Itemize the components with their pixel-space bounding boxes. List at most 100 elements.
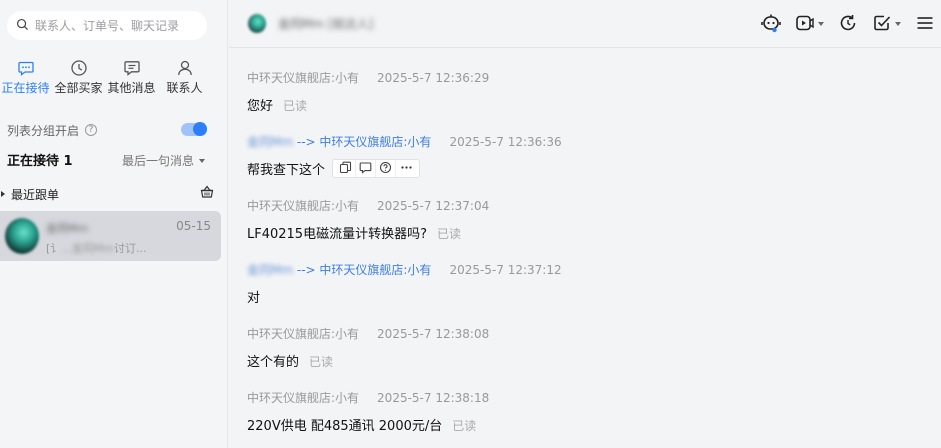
message-meta: 中环天仪旗舰店:小有 2025-5-7 12:36:29 [247, 69, 489, 86]
help-icon[interactable]: ? [85, 124, 98, 136]
tab-receiving[interactable]: 正在接待 [0, 58, 52, 96]
message-sender: 金同Mm [247, 135, 294, 149]
message-body: 对 [247, 287, 562, 306]
robot-icon [761, 13, 781, 36]
message-meta: 金同Mm --> 中环天仪旗舰店:小有 2025-5-7 12:36:36 [247, 133, 562, 150]
smart-reply-button[interactable] [376, 160, 397, 177]
sort-label: 最后一句消息 [121, 154, 194, 168]
chevron-down-icon [818, 22, 824, 26]
chat-panel: 金同Mm [就达人] 中环天仪旗舰店:小有 2025-5-7 12:36:29 … [229, 0, 941, 448]
message-arrow: --> [293, 263, 320, 277]
message-item: 金同Mm --> 中环天仪旗舰店:小有 2025-5-7 12:36:36 帮我查… [247, 133, 562, 178]
list-group-toggle[interactable] [181, 122, 207, 136]
chat-toolbar [747, 13, 935, 35]
tab-label: 联系人 [166, 81, 203, 95]
chevron-down-icon [895, 22, 901, 26]
message-meta: 中环天仪旗舰店:小有 2025-5-7 12:38:18 [247, 389, 489, 406]
message-arrow: --> [293, 135, 320, 149]
quote-icon [359, 161, 372, 177]
message-text[interactable]: LF40215电磁流量计转换器吗? [247, 223, 427, 242]
message-text[interactable]: 您好 [247, 95, 273, 114]
message-recipient: 中环天仪旗舰店:小有 [319, 135, 432, 149]
video-icon [795, 13, 815, 36]
message-time: 2025-5-7 12:37:04 [377, 199, 490, 213]
message-meta: 金同Mm --> 中环天仪旗舰店:小有 2025-5-7 12:37:12 [247, 261, 562, 278]
recent-orders-label: 最近跟单 [11, 187, 60, 202]
toggle-knob [193, 122, 207, 136]
message-time: 2025-5-7 12:36:29 [377, 71, 490, 85]
avatar [248, 14, 266, 33]
contact-tabs: 正在接待 全部买家 其他消息 联系人 [0, 58, 228, 96]
message-sender: 中环天仪旗舰店:小有 [247, 391, 360, 405]
message-body: 帮我查下这个 [247, 159, 562, 178]
list-group-label: 列表分组开启 [7, 123, 80, 138]
list-item[interactable]: 金同Mm 05-15 [讠...金同Mm讨订... [0, 211, 221, 261]
avatar [5, 218, 39, 254]
msg-suffix: 讨订... [114, 242, 147, 255]
message-recipient: 中环天仪旗舰店:小有 [319, 263, 432, 277]
contact-last-message: [讠...金同Mm讨订... [46, 240, 147, 256]
chevron-right-icon [1, 191, 5, 197]
message-sender: 中环天仪旗舰店:小有 [247, 327, 360, 341]
message-text[interactable]: 220V供电 配485通讯 2000元/台 [247, 415, 442, 434]
tab-other-messages[interactable]: 其他消息 [105, 58, 158, 96]
tab-label: 正在接待 [1, 81, 50, 95]
list-group-setting: 列表分组开启 ? [7, 122, 207, 138]
message-body: 您好 已读 [247, 95, 489, 114]
message-sender: 中环天仪旗舰店:小有 [247, 199, 360, 213]
tab-label: 全部买家 [54, 81, 103, 95]
contact-name: 金同Mm [46, 222, 89, 235]
message-body: 220V供电 配485通讯 2000元/台 已读 [247, 415, 489, 434]
person-icon [176, 58, 194, 77]
copy-icon [339, 161, 352, 177]
more-button[interactable] [396, 160, 416, 177]
search-input[interactable] [35, 18, 195, 33]
message-actions [332, 159, 421, 178]
checklist-button[interactable] [872, 13, 901, 36]
message-text[interactable]: 这个有的 [247, 351, 299, 370]
menu-icon [915, 13, 935, 36]
message-item: 中环天仪旗舰店:小有 2025-5-7 12:38:08 这个有的 已读 [247, 325, 489, 370]
message-sender: 金同Mm [247, 263, 294, 277]
menu-button[interactable] [915, 13, 935, 36]
chat-bubble-icon [17, 58, 35, 77]
message-time: 2025-5-7 12:37:12 [449, 263, 562, 277]
message-time: 2025-5-7 12:38:08 [377, 327, 490, 341]
chevron-down-icon [199, 158, 205, 163]
message-text[interactable]: 帮我查下这个 [247, 159, 325, 178]
quote-button[interactable] [356, 160, 377, 177]
contact-time: 05-15 [176, 219, 211, 233]
message-meta: 中环天仪旗舰店:小有 2025-5-7 12:38:08 [247, 325, 489, 342]
read-status: 已读 [436, 227, 461, 241]
video-button[interactable] [795, 13, 824, 36]
chat-title: 金同Mm [就达人] [278, 17, 374, 31]
message-body: LF40215电磁流量计转换器吗? 已读 [247, 223, 489, 242]
checklist-icon [872, 13, 892, 36]
recent-orders-group[interactable]: 最近跟单 [0, 185, 220, 203]
message-time: 2025-5-7 12:38:18 [377, 391, 490, 405]
robot-button[interactable] [761, 13, 781, 36]
sort-dropdown[interactable]: 最后一句消息 [122, 152, 205, 169]
basket-icon[interactable] [200, 185, 214, 199]
msg-prefix: [讠 [46, 242, 62, 255]
message-time: 2025-5-7 12:36:36 [449, 135, 562, 149]
message-item: 中环天仪旗舰店:小有 2025-5-7 12:38:18 220V供电 配485通… [247, 389, 489, 434]
tab-contacts[interactable]: 联系人 [158, 58, 211, 96]
sidebar: 正在接待 全部买家 其他消息 联系人 列表分组开启 ? 正在接待 1 最 [0, 0, 228, 448]
search-icon [16, 18, 29, 34]
tab-all-buyers[interactable]: 全部买家 [52, 58, 105, 96]
message-body: 这个有的 已读 [247, 351, 489, 370]
read-status: 已读 [309, 355, 334, 369]
read-status: 已读 [452, 419, 477, 433]
message-text[interactable]: 对 [247, 287, 260, 306]
search-box[interactable] [7, 11, 207, 40]
msg-blurred: ...金同Mm [61, 242, 114, 255]
tab-label: 其他消息 [107, 81, 156, 95]
chat-header: 金同Mm [就达人] [229, 0, 941, 48]
message-sender: 中环天仪旗舰店:小有 [247, 71, 360, 85]
copy-button[interactable] [336, 160, 357, 177]
clock-icon [70, 58, 88, 77]
refresh-button[interactable] [838, 13, 858, 36]
message-meta: 中环天仪旗舰店:小有 2025-5-7 12:37:04 [247, 197, 489, 214]
receiving-count: 正在接待 1 [7, 153, 73, 169]
